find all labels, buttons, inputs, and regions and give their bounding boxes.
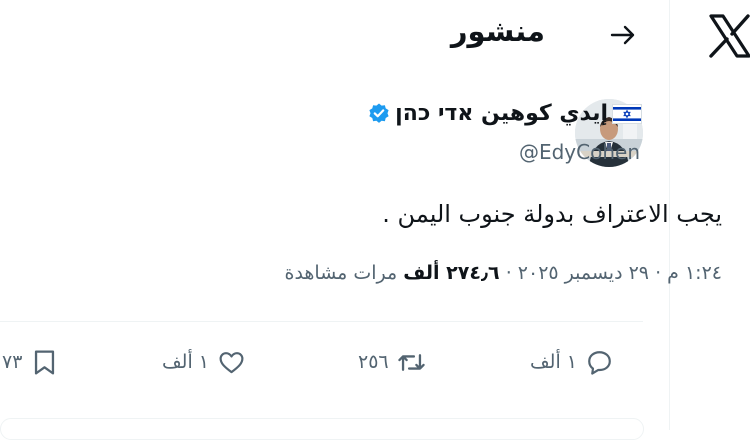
verified-badge-icon: [369, 103, 389, 123]
back-arrow-icon: [610, 25, 635, 45]
page-title: منشور: [450, 14, 545, 48]
like-button[interactable]: ١ ألف: [162, 340, 246, 384]
tweet-time[interactable]: ١:٢٤ م: [667, 262, 722, 284]
author-display-name[interactable]: إيدي كوهين אדי כהן: [395, 101, 608, 126]
action-bar: ١ ألف ٢٥٦ ١ ألف ٧٣: [0, 340, 669, 384]
bookmark-count: ٧٣: [2, 351, 23, 373]
reply-count: ١ ألف: [530, 351, 577, 373]
meta-separator: ·: [505, 262, 512, 284]
meta-separator: ·: [655, 262, 662, 284]
retweet-button[interactable]: ٢٥٦: [358, 340, 426, 384]
author-handle[interactable]: @EdyCohen: [519, 140, 640, 164]
like-icon: [219, 351, 244, 373]
divider: [0, 321, 643, 322]
views-count: ٢٧٤٫٦ ألف: [403, 262, 500, 284]
tweet-date[interactable]: ٢٩ ديسمبر ٢٠٢٥: [518, 262, 649, 284]
tweet-text: يجب الاعتراف بدولة جنوب اليمن .: [382, 200, 722, 228]
reply-button[interactable]: ١ ألف: [530, 340, 614, 384]
back-button[interactable]: [606, 18, 640, 52]
bookmark-button[interactable]: ٧٣: [2, 340, 59, 384]
israel-flag-icon: [612, 103, 642, 124]
x-logo-icon[interactable]: [705, 12, 750, 60]
reply-composer[interactable]: [0, 418, 644, 440]
post-header: منشور: [0, 0, 669, 70]
like-count: ١ ألف: [162, 351, 209, 373]
retweet-icon: [397, 353, 425, 371]
author-name-row[interactable]: إيدي كوهين אדי כהן: [367, 101, 642, 126]
tweet-meta: ١:٢٤ م · ٢٩ ديسمبر ٢٠٢٥ · ٢٧٤٫٦ ألف مرات…: [284, 262, 722, 284]
views-label: مرات مشاهدة: [284, 262, 398, 284]
retweet-count: ٢٥٦: [358, 351, 389, 373]
reply-icon: [588, 350, 611, 375]
bookmark-icon: [35, 349, 55, 375]
